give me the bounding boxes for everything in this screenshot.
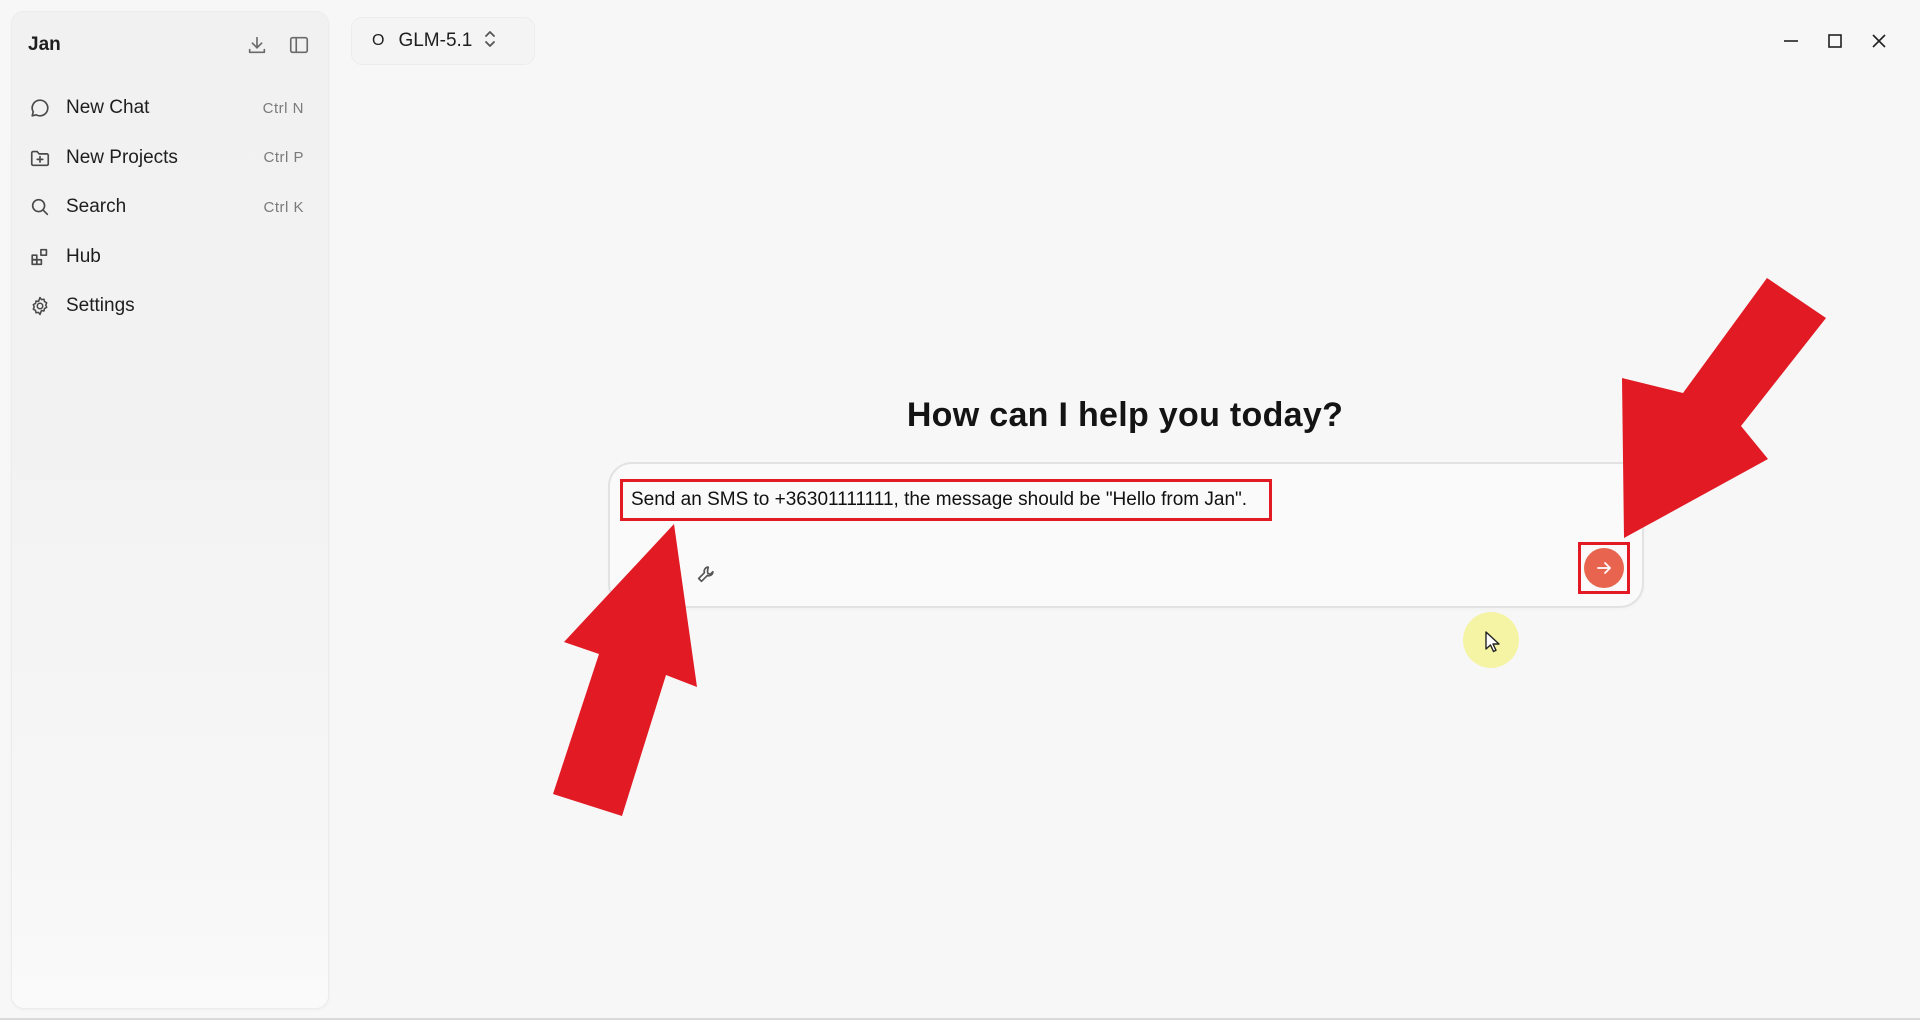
sidebar-item-search[interactable]: Search Ctrl K xyxy=(28,187,312,227)
sidebar-header: Jan xyxy=(28,32,312,58)
wrench-icon[interactable] xyxy=(694,562,718,586)
chat-composer xyxy=(610,464,1642,606)
maximize-icon[interactable] xyxy=(1818,26,1852,56)
app-window: Jan New Chat Ctrl N New Projects Ctrl P … xyxy=(0,0,1920,1020)
sidebar-item-label: Search xyxy=(66,196,127,217)
model-name: GLM-5.1 xyxy=(398,30,473,51)
arrow-right-icon xyxy=(1597,562,1611,574)
search-icon xyxy=(28,195,52,219)
chat-input[interactable] xyxy=(620,479,1272,521)
annotation-arrow-right xyxy=(1622,278,1826,538)
sidebar-item-label: New Projects xyxy=(66,146,178,168)
greeting-heading: How can I help you today? xyxy=(906,396,1344,434)
sidebar-item-new-chat[interactable]: New Chat Ctrl N xyxy=(28,88,312,128)
gear-icon xyxy=(28,294,52,318)
sidebar-nav: New Chat Ctrl N New Projects Ctrl P Sear… xyxy=(28,88,312,336)
download-icon[interactable] xyxy=(244,32,270,58)
shortcut-label: Ctrl N xyxy=(262,99,304,117)
model-selector[interactable]: O GLM-5.1 xyxy=(352,18,534,64)
close-icon[interactable] xyxy=(1862,26,1896,56)
blocks-icon xyxy=(28,245,52,269)
app-name: Jan xyxy=(28,34,61,55)
sidebar-item-label: New Chat xyxy=(66,97,150,118)
folder-plus-icon xyxy=(28,146,52,170)
shortcut-label: Ctrl P xyxy=(263,149,304,166)
sidebar-item-label: Settings xyxy=(66,295,135,316)
minimize-icon[interactable] xyxy=(1774,26,1808,56)
mouse-pointer-icon xyxy=(1485,631,1500,653)
sidebar: Jan New Chat Ctrl N New Projects Ctrl P … xyxy=(12,12,328,1008)
chevron-up-down-icon xyxy=(482,28,498,55)
chat-bubble-icon xyxy=(28,96,52,120)
sidebar-item-settings[interactable]: Settings xyxy=(28,286,312,326)
send-button[interactable] xyxy=(1584,548,1624,588)
shortcut-label: Ctrl K xyxy=(263,198,304,216)
sidebar-toggle-icon[interactable] xyxy=(286,32,312,58)
sidebar-item-new-projects[interactable]: New Projects Ctrl P xyxy=(28,138,312,178)
sidebar-item-label: Hub xyxy=(66,245,101,267)
sidebar-item-hub[interactable]: Hub xyxy=(28,237,312,277)
model-provider-badge: O xyxy=(372,32,385,49)
window-controls xyxy=(1764,26,1896,56)
